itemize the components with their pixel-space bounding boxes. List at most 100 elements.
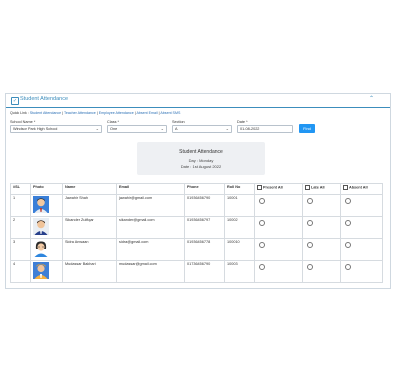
section-select[interactable]: A ⌄: [172, 125, 232, 133]
table-row: 1 Jawahir Shah jawahir@gmail.com 0193645…: [10, 194, 383, 217]
date-label: Date *: [237, 120, 248, 124]
absent-radio[interactable]: [345, 198, 351, 204]
row-email: mudassar@gmail.com: [116, 260, 185, 283]
class-select-value: One: [110, 127, 118, 131]
row-present: [254, 238, 303, 261]
student-avatar: [33, 262, 49, 279]
row-absent: [340, 260, 383, 283]
row-absent: [340, 216, 383, 239]
absent-radio[interactable]: [345, 242, 351, 248]
student-avatar: [33, 218, 49, 235]
class-select[interactable]: One ⌄: [107, 125, 167, 133]
panel-title: Student Attendance: [20, 96, 69, 102]
table-row: 4 Mudassar Bakhari mudassar@gmail.com 01…: [10, 260, 383, 283]
quick-links-label: Quick Link :: [10, 111, 30, 115]
table-row: 2 Sikander Zulfiqar sikander@gmail.com 0…: [10, 216, 383, 239]
find-button[interactable]: Find: [299, 124, 315, 133]
present-radio[interactable]: [259, 198, 265, 204]
row-roll: 10003: [224, 260, 255, 283]
col-present-all: Present All: [254, 183, 303, 195]
absent-radio[interactable]: [345, 264, 351, 270]
row-phone: 01936456778: [184, 238, 225, 261]
row-photo: [30, 216, 63, 239]
col-photo: Photo: [30, 183, 63, 195]
row-name: Jawahir Shah: [62, 194, 117, 217]
chevron-down-icon: ⌄: [160, 126, 164, 131]
chevron-down-icon: ⌄: [225, 126, 229, 131]
school-select-value: Windsor Park High School: [13, 127, 58, 131]
row-photo: [30, 238, 63, 261]
present-radio[interactable]: [259, 264, 265, 270]
col-roll: Roll No: [224, 183, 255, 195]
row-present: [254, 194, 303, 217]
section-select-value: A: [175, 127, 178, 131]
col-name: Name: [62, 183, 117, 195]
row-sl: 3: [10, 238, 31, 261]
col-sl: #SL: [10, 183, 31, 195]
check-square-icon: ✓: [11, 97, 19, 105]
row-sl: 2: [10, 216, 31, 239]
attendance-info-box: Student Attendance Day : Monday Date : 1…: [137, 142, 265, 175]
row-roll: 10002: [224, 216, 255, 239]
row-email: jawahir@gmail.com: [116, 194, 185, 217]
row-late: [302, 216, 341, 239]
absent-all-checkbox[interactable]: [343, 185, 348, 190]
col-absent-all: Absent All: [340, 183, 383, 195]
student-avatar: [33, 196, 49, 213]
quick-link-absent-sms[interactable]: Absent SMS: [160, 111, 180, 115]
class-label: Class *: [107, 120, 120, 124]
attendance-panel: ✓ Student Attendance ⌃ Quick Link : Stud…: [5, 93, 391, 289]
absent-radio[interactable]: [345, 220, 351, 226]
late-radio[interactable]: [307, 198, 313, 204]
quick-link-student-attendance[interactable]: Student Attendance: [30, 111, 61, 115]
row-roll: 10001: [224, 194, 255, 217]
row-roll: 100010: [224, 238, 255, 261]
late-radio[interactable]: [307, 242, 313, 248]
row-photo: [30, 260, 63, 283]
late-radio[interactable]: [307, 220, 313, 226]
col-late-all: Late All: [302, 183, 341, 195]
date-input[interactable]: 01-08-2022: [237, 125, 293, 133]
row-sl: 1: [10, 194, 31, 217]
row-email: sikander@gmail.com: [116, 216, 185, 239]
row-absent: [340, 238, 383, 261]
quick-link-absent-email[interactable]: Absent Email: [136, 111, 157, 115]
info-title: Student Attendance: [179, 149, 223, 155]
row-late: [302, 260, 341, 283]
row-name: Sikander Zulfiqar: [62, 216, 117, 239]
present-all-checkbox[interactable]: [257, 185, 262, 190]
info-date: Date : 1st August 2022: [180, 164, 222, 169]
date-input-value: 01-08-2022: [240, 127, 260, 131]
row-present: [254, 260, 303, 283]
late-radio[interactable]: [307, 264, 313, 270]
col-phone: Phone: [184, 183, 225, 195]
absent-all-label: Absent All: [349, 185, 368, 190]
row-present: [254, 216, 303, 239]
row-phone: 01736456790: [184, 260, 225, 283]
quick-link-teacher-attendance[interactable]: Teacher Attendance: [64, 111, 96, 115]
panel-header: ✓ Student Attendance ⌃: [6, 94, 390, 108]
table-header-row: #SL Photo Name Email Phone Roll No Prese…: [10, 183, 383, 195]
attendance-table: #SL Photo Name Email Phone Roll No Prese…: [10, 183, 383, 283]
row-absent: [340, 194, 383, 217]
present-radio[interactable]: [259, 242, 265, 248]
chevron-down-icon: ⌄: [95, 126, 99, 131]
row-late: [302, 194, 341, 217]
row-photo: [30, 194, 63, 217]
student-avatar: [33, 240, 49, 257]
present-radio[interactable]: [259, 220, 265, 226]
late-all-label: Late All: [311, 185, 325, 190]
section-label: Section: [172, 120, 185, 124]
quick-links: Quick Link : Student Attendance | Teache…: [10, 111, 181, 115]
table-row: 3 Sidra Anwaan sidra@gmail.com 019364567…: [10, 238, 383, 261]
late-all-checkbox[interactable]: [305, 185, 310, 190]
present-all-label: Present All: [263, 185, 283, 190]
row-late: [302, 238, 341, 261]
school-label: School Name *: [10, 120, 36, 124]
school-select[interactable]: Windsor Park High School ⌄: [10, 125, 102, 133]
col-email: Email: [116, 183, 185, 195]
row-sl: 4: [10, 260, 31, 283]
row-name: Sidra Anwaan: [62, 238, 117, 261]
quick-link-employee-attendance[interactable]: Employee Attendance: [99, 111, 134, 115]
chevron-up-icon[interactable]: ⌃: [369, 95, 374, 102]
